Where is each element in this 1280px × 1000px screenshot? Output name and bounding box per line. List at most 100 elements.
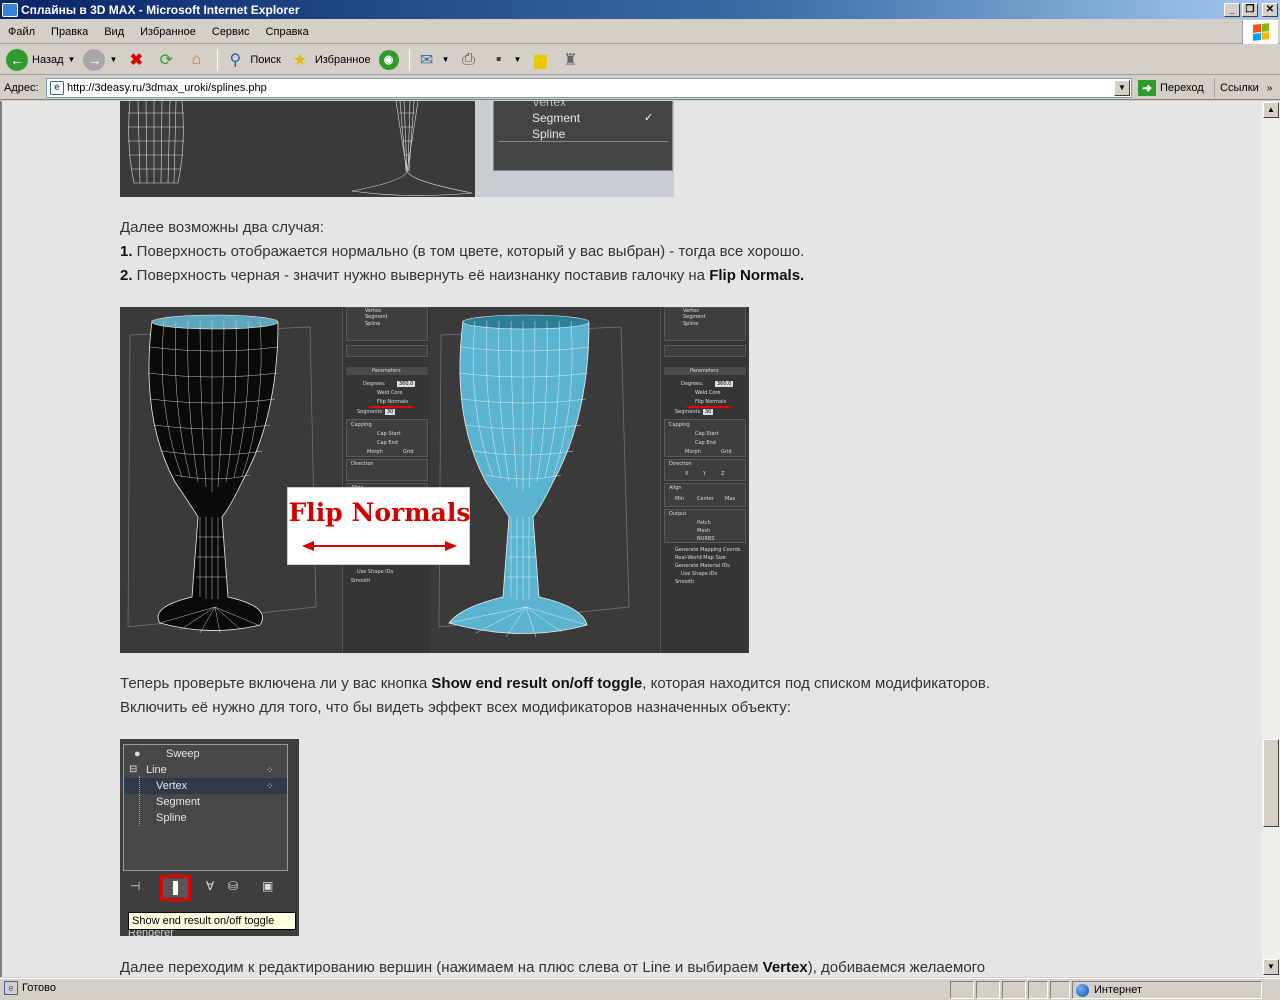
- remove-modifier-icon: ⛁: [228, 879, 239, 893]
- scroll-up-button[interactable]: ▲: [1263, 102, 1279, 118]
- ie-app-icon: [2, 2, 18, 17]
- favorites-button[interactable]: ★ Избранное: [287, 47, 373, 73]
- para2-bold: Show end result on/off toggle: [431, 675, 643, 692]
- paragraph-edit-vertices: Далее переходим к редактированию вершин …: [120, 959, 985, 976]
- stack-line-label: Line: [146, 764, 167, 776]
- edit-button[interactable]: ▪ ▼: [486, 47, 524, 73]
- align-right: Align: [669, 485, 682, 491]
- stack-buttons-right: [664, 345, 746, 357]
- print-button[interactable]: ⎙: [456, 47, 482, 73]
- real-world-right: Real-World Map Size: [675, 555, 726, 561]
- status-bar: e Готово Интернет: [0, 978, 1280, 1000]
- flip-normals-callout: Flip Normals: [287, 487, 470, 565]
- stack-item-segment: Segment: [532, 111, 581, 125]
- dir-y-right: Y: [703, 471, 707, 477]
- stack-item-spline: Spline: [532, 127, 566, 141]
- stack-spline-left: Spline: [365, 321, 381, 327]
- mail-button[interactable]: ✉ ▼: [414, 47, 452, 73]
- gen-material-right: Generate Material IDs: [675, 563, 730, 569]
- viewport-black-goblet: [120, 307, 342, 653]
- stack-spline-right: Spline: [683, 321, 699, 327]
- stack-row-segment: Segment: [124, 794, 287, 810]
- chevron-right-icon[interactable]: »: [1267, 83, 1273, 94]
- stack-segment-right: Segment: [683, 314, 706, 320]
- refresh-button[interactable]: ⟳: [153, 47, 179, 73]
- menu-tools[interactable]: Сервис: [204, 26, 258, 38]
- modifier-stack-panel: Vertex Segment Spline ✓: [475, 101, 674, 197]
- make-unique-icon: ∀: [206, 879, 215, 893]
- restore-button[interactable]: ❐: [1242, 2, 1258, 17]
- para2-post: , которая находится под списком модифика…: [642, 675, 990, 692]
- menu-favorites[interactable]: Избранное: [132, 26, 204, 38]
- address-field[interactable]: e http://3deasy.ru/3dmax_uroki/splines.p…: [46, 78, 1132, 98]
- scroll-down-button[interactable]: ▼: [1263, 959, 1279, 975]
- align-max-right: Max: [725, 496, 736, 502]
- direction-left: Direction: [351, 461, 374, 467]
- edit-dropdown-icon[interactable]: ▼: [514, 55, 522, 64]
- forward-dropdown-icon[interactable]: ▼: [109, 55, 117, 64]
- stack-segment-left: Segment: [365, 314, 388, 320]
- use-shape-right: Use Shape IDs: [681, 571, 718, 577]
- stop-button[interactable]: ✖: [123, 47, 149, 73]
- stack-buttons-left: [346, 345, 428, 357]
- security-zone[interactable]: Интернет: [1072, 981, 1262, 999]
- forward-button[interactable]: → ▼: [81, 47, 119, 73]
- segments-label-left: Segments:: [357, 409, 384, 415]
- paragraph-two-cases: Далее возможны два случая:: [120, 219, 324, 236]
- nurbs-right: NURBS: [697, 536, 715, 542]
- paragraph-show-end-result: Теперь проверьте включена ли у вас кнопк…: [120, 675, 990, 692]
- menu-file[interactable]: Файл: [0, 26, 43, 38]
- segments-value-left: 30: [385, 409, 396, 415]
- stack-row-spline: Spline: [124, 810, 287, 826]
- go-button[interactable]: ➜ Переход: [1138, 78, 1204, 98]
- scroll-thumb[interactable]: [1263, 739, 1279, 827]
- segments-label-right: Segments:: [675, 409, 702, 415]
- show-end-result-button: [160, 875, 191, 901]
- address-url[interactable]: http://3deasy.ru/3dmax_uroki/splines.php: [67, 82, 1114, 94]
- links-toolbar[interactable]: Ссылки »: [1214, 78, 1272, 98]
- discuss-button[interactable]: ▆: [527, 47, 553, 73]
- para4-pre: Далее переходим к редактированию вершин …: [120, 959, 763, 976]
- flip-normals-right: Flip Normals: [695, 399, 727, 405]
- home-button[interactable]: ⌂: [183, 47, 209, 73]
- para4-bold: Vertex: [762, 959, 808, 976]
- search-button[interactable]: ⚲ Поиск: [222, 47, 282, 73]
- status-text-group: e Готово: [4, 981, 56, 995]
- degrees-value-right: 360,0: [715, 381, 734, 387]
- stack-vertex-label: Vertex: [156, 780, 188, 792]
- modifier-panel-left: Vertex Segment Spline Parameters Degrees…: [342, 307, 430, 653]
- menu-edit[interactable]: Правка: [43, 26, 96, 38]
- vertical-scrollbar[interactable]: ▲ ▼: [1262, 101, 1280, 977]
- stack-sweep-label: Sweep: [166, 748, 200, 760]
- degrees-value-left: 360,0: [397, 381, 416, 387]
- back-arrow-icon: ←: [6, 48, 28, 71]
- parameters-header-right: Parameters: [690, 368, 719, 374]
- menu-help[interactable]: Справка: [258, 26, 317, 38]
- window-titlebar: Сплайны в 3D MAX - Microsoft Internet Ex…: [0, 0, 1280, 19]
- search-icon: ⚲: [229, 51, 242, 69]
- capping-right: Capping: [669, 422, 690, 428]
- back-dropdown-icon[interactable]: ▼: [68, 55, 76, 64]
- modifier-stack: ● Sweep ⊟ Line ⁘ Vertex ⁘ Segment Spline: [123, 744, 288, 871]
- messenger-button[interactable]: ♜: [557, 47, 583, 73]
- note-icon: ▆: [534, 51, 547, 69]
- morph-right: Morph: [685, 449, 701, 455]
- collapse-icon: ⊟: [129, 764, 138, 775]
- show-end-result-tooltip: Show end result on/off toggle: [128, 912, 296, 930]
- direction-right: Direction: [669, 461, 692, 467]
- output-right: Output: [669, 511, 687, 517]
- case-1-number: 1.: [120, 243, 133, 260]
- case-2-bold: Flip Normals.: [709, 267, 805, 284]
- mail-dropdown-icon[interactable]: ▼: [442, 55, 450, 64]
- mesh-right: Mesh: [697, 528, 711, 534]
- edit-page-icon: ▪: [495, 50, 502, 68]
- media-button[interactable]: ◉: [377, 47, 401, 73]
- close-button[interactable]: ✕: [1262, 2, 1278, 17]
- checkmark-icon: ✓: [644, 112, 654, 124]
- case-2: 2. Поверхность черная - значит нужно выв…: [120, 267, 804, 284]
- back-button[interactable]: ← Назад ▼: [4, 47, 77, 73]
- address-dropdown-icon[interactable]: ▼: [1114, 80, 1130, 96]
- gen-mapping-right: Generate Mapping Coords.: [675, 547, 742, 553]
- menu-view[interactable]: Вид: [96, 26, 132, 38]
- minimize-button[interactable]: _: [1224, 2, 1240, 17]
